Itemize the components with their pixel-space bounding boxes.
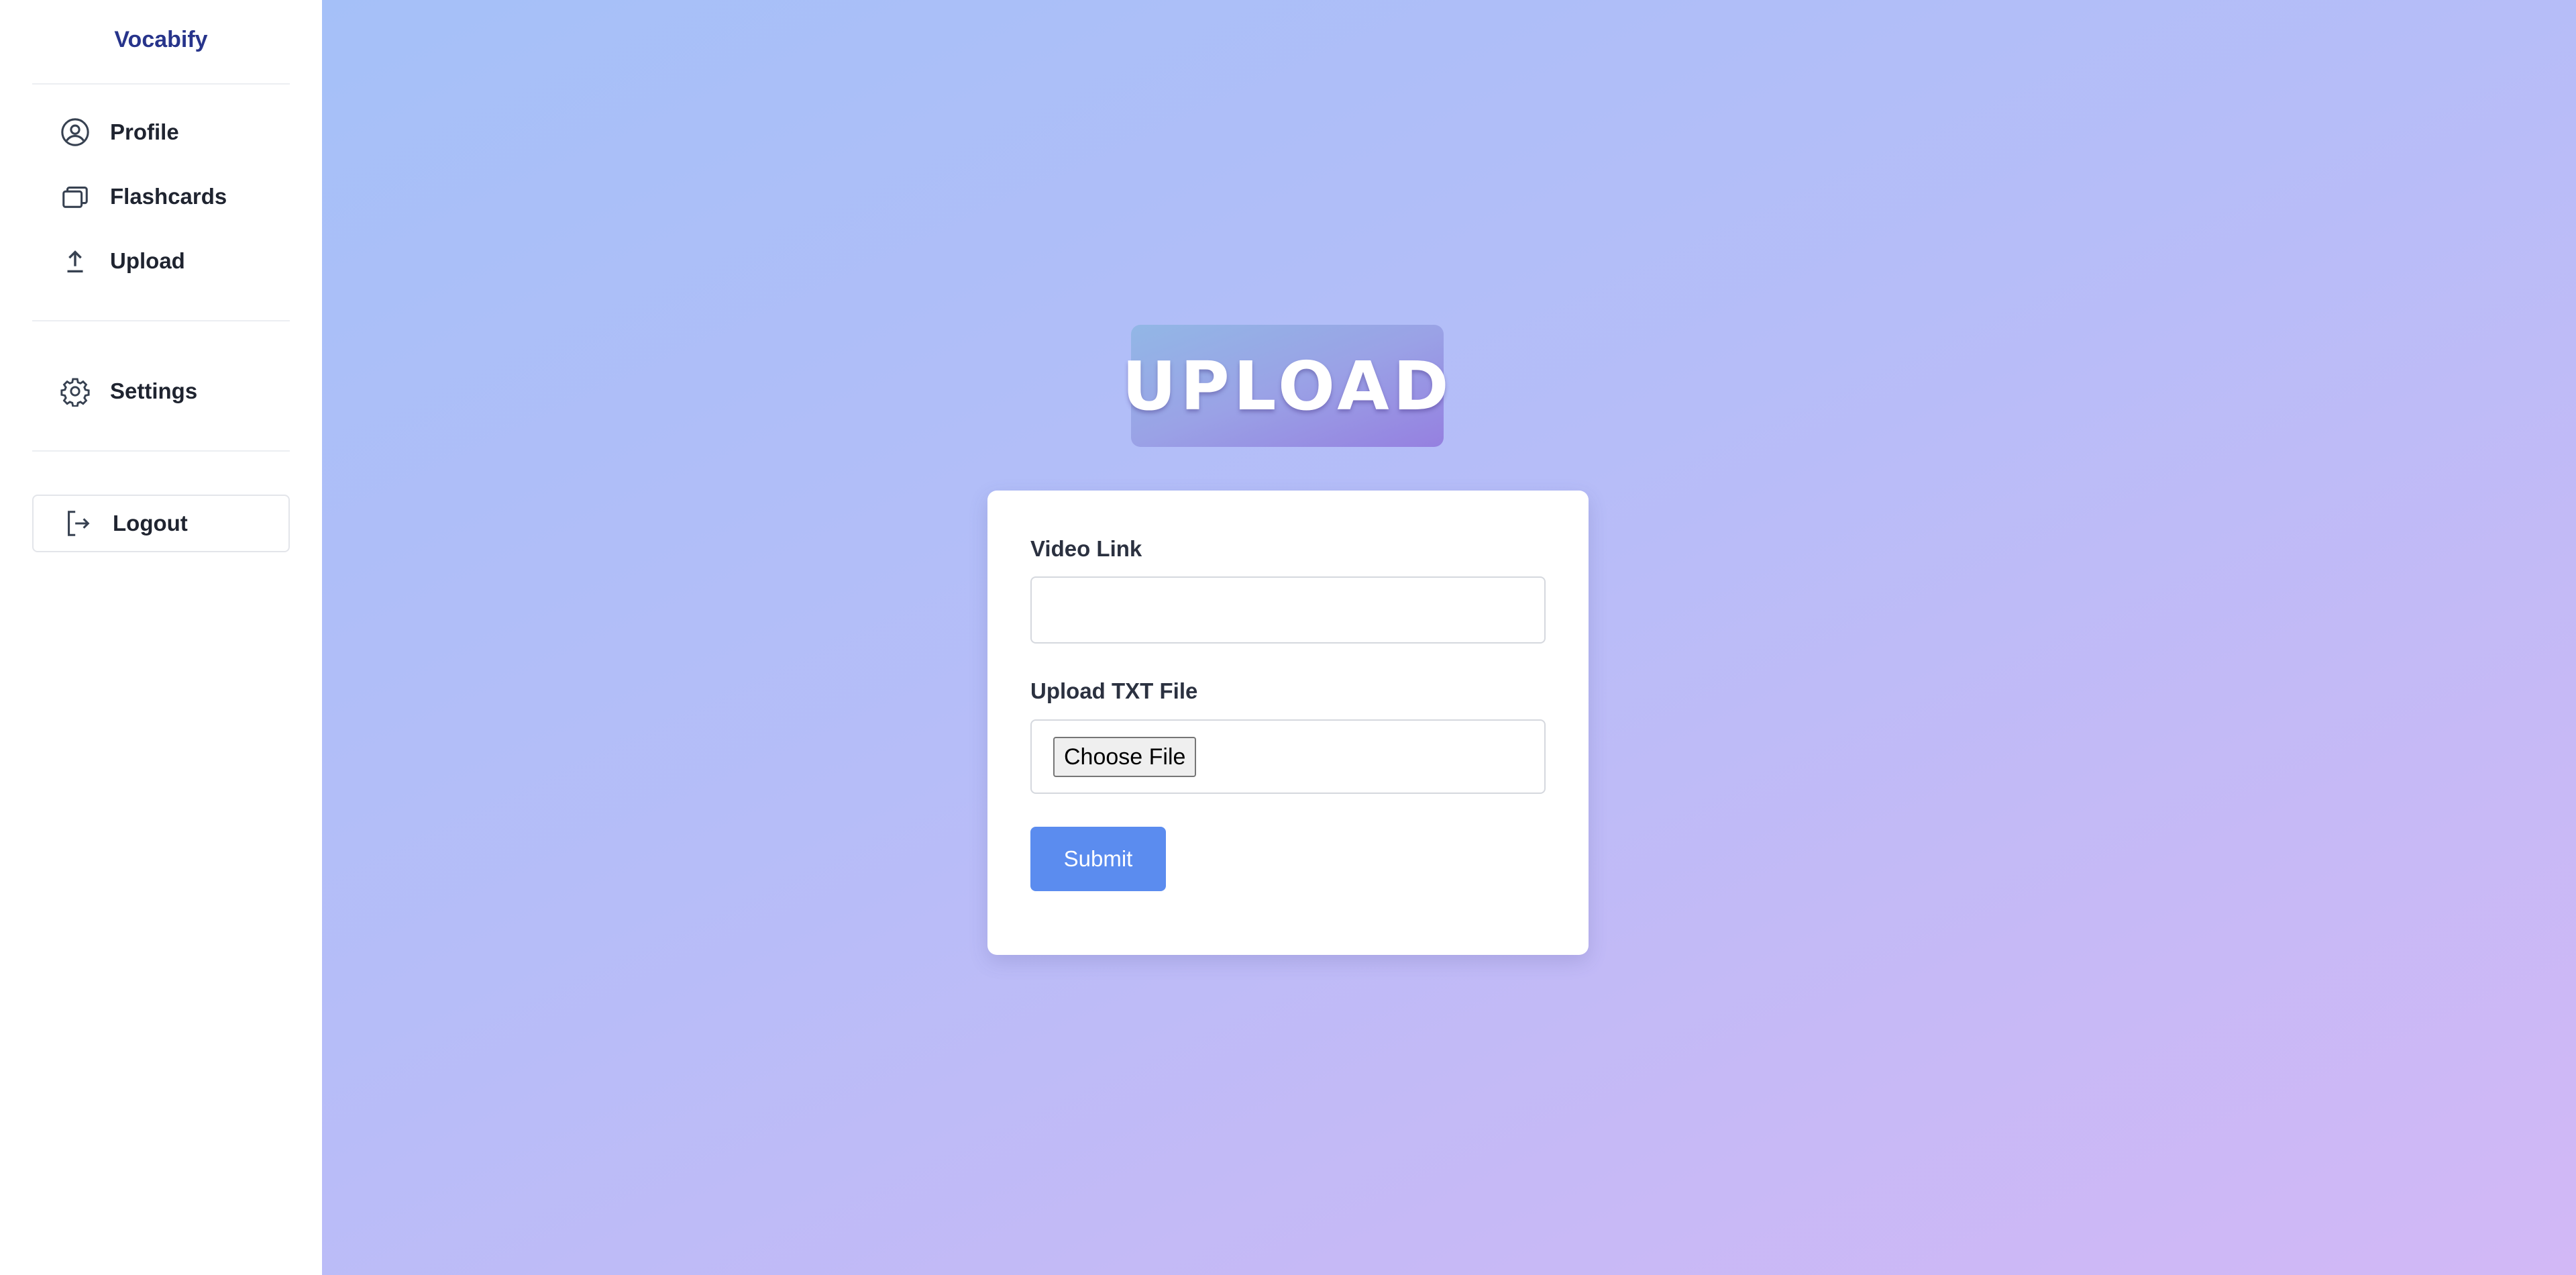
upload-form-card: Video Link Upload TXT File Choose File S… — [987, 491, 1589, 955]
sidebar-item-label: Profile — [110, 119, 179, 144]
sidebar-item-profile[interactable]: Profile — [32, 103, 290, 161]
choose-file-button[interactable]: Choose File — [1053, 737, 1197, 777]
logout-label: Logout — [113, 511, 188, 536]
sidebar-item-label: Settings — [110, 378, 198, 403]
sidebar-item-label: Upload — [110, 248, 185, 273]
sidebar-item-flashcards[interactable]: Flashcards — [32, 168, 290, 225]
logout-icon — [59, 505, 97, 542]
submit-button[interactable]: Submit — [1030, 827, 1166, 891]
user-circle-icon — [56, 113, 94, 151]
video-link-label: Video Link — [1030, 536, 1142, 561]
txt-file-input[interactable]: Choose File — [1030, 719, 1546, 794]
sidebar-item-upload[interactable]: Upload — [32, 232, 290, 290]
page-title-banner: UPLOAD — [1122, 325, 1449, 447]
gear-icon — [56, 372, 94, 410]
sidebar-item-settings[interactable]: Settings — [32, 362, 290, 420]
logout-button[interactable]: Logout — [32, 495, 290, 552]
brand-logo[interactable]: Vocabify — [0, 27, 322, 53]
upload-arrow-icon — [56, 242, 94, 280]
sidebar-divider — [32, 83, 290, 85]
sidebar-divider — [32, 450, 290, 452]
video-link-input[interactable] — [1030, 576, 1546, 644]
sidebar-item-label: Flashcards — [110, 184, 227, 209]
sidebar: Vocabify Profile Flashcards Upload Setti… — [0, 0, 322, 1275]
page-title: UPLOAD — [1122, 346, 1453, 425]
main-content: UPLOAD Video Link Upload TXT File Choose… — [322, 0, 2576, 1275]
cards-stack-icon — [56, 178, 94, 215]
txt-file-label: Upload TXT File — [1030, 678, 1198, 703]
sidebar-divider — [32, 320, 290, 321]
